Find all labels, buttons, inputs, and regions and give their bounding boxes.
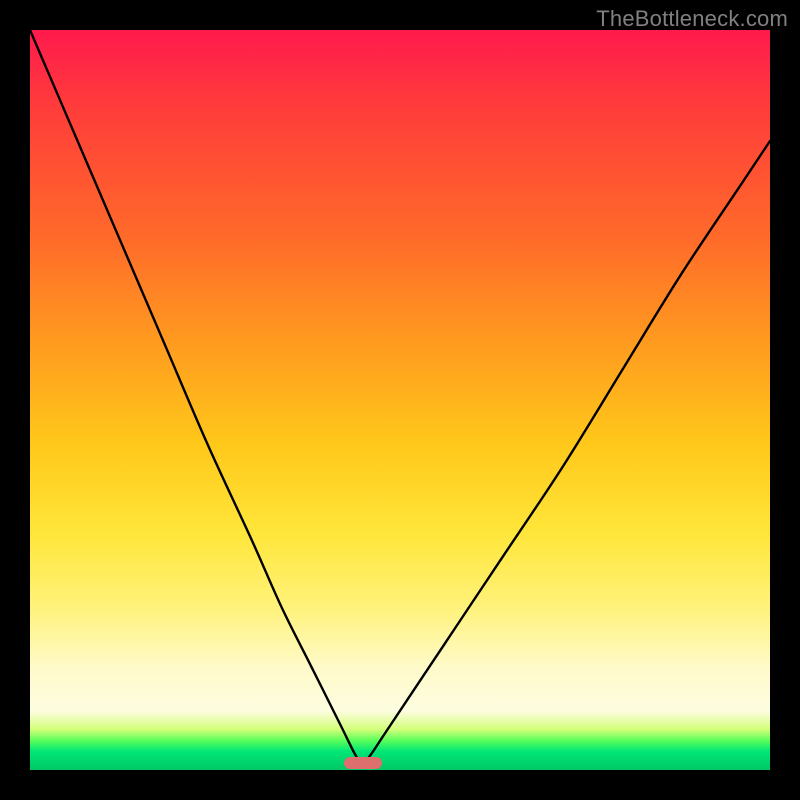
minimum-marker xyxy=(344,757,382,769)
chart-frame: TheBottleneck.com xyxy=(0,0,800,800)
curve-layer xyxy=(30,30,770,770)
bottleneck-curve xyxy=(30,30,770,763)
plot-area xyxy=(30,30,770,770)
watermark-text: TheBottleneck.com xyxy=(596,6,788,32)
